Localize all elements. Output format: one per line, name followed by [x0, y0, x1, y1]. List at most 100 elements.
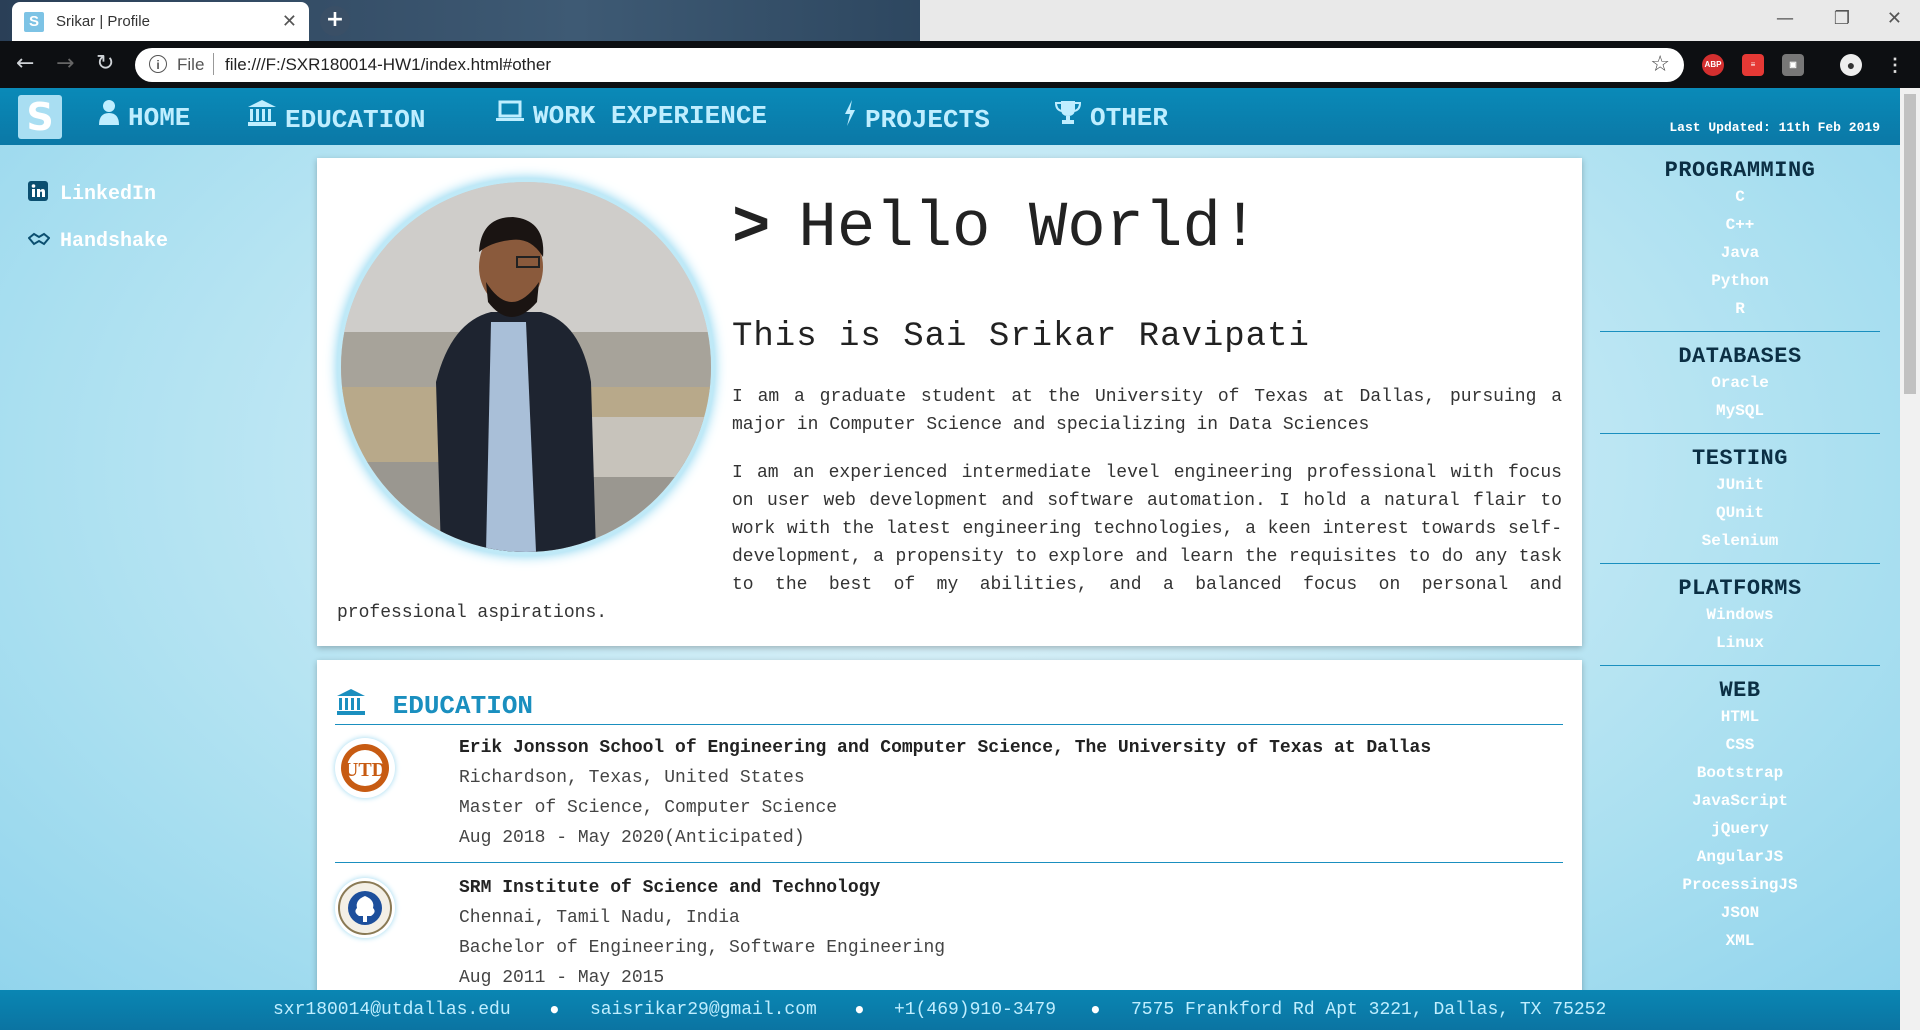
- profile-avatar-icon[interactable]: ●: [1840, 54, 1862, 76]
- nav-home[interactable]: HOME: [98, 99, 190, 133]
- skill-item: Java: [1720, 244, 1760, 262]
- srm-logo: [335, 878, 395, 938]
- skill-item: AngularJS: [1696, 848, 1784, 866]
- divider: [1600, 433, 1880, 434]
- skill-group-title: WEB: [1719, 678, 1761, 703]
- bookmark-star-icon[interactable]: ☆: [1650, 52, 1670, 77]
- skill-item: JSON: [1720, 904, 1760, 922]
- skill-group-title: TESTING: [1692, 446, 1788, 471]
- skill-item: CSS: [1725, 736, 1755, 754]
- site-info-icon[interactable]: i: [149, 55, 167, 73]
- divider: [1600, 563, 1880, 564]
- footer-email-gmail[interactable]: saisrikar29@gmail.com: [590, 1000, 817, 1020]
- skill-item: Python: [1711, 272, 1769, 290]
- skill-item: HTML: [1720, 708, 1760, 726]
- trophy-icon: [1054, 99, 1082, 133]
- nav-other[interactable]: OTHER: [1054, 99, 1168, 133]
- last-updated: Last Updated: 11th Feb 2019: [1669, 120, 1880, 135]
- school-location: Chennai, Tamil Nadu, India: [459, 908, 740, 928]
- intro-heading: This is Sai Srikar Ravipati: [732, 318, 1310, 356]
- divider: [335, 862, 1563, 863]
- nav-work-experience[interactable]: WORK EXPERIENCE: [495, 99, 767, 131]
- sidebar-link-linkedin[interactable]: LinkedIn: [28, 181, 156, 206]
- site-logo[interactable]: S: [18, 95, 62, 139]
- titlebar-right-area: [920, 0, 1920, 41]
- university-icon: [247, 99, 277, 135]
- divider: [1600, 331, 1880, 332]
- close-window-icon[interactable]: ✕: [1887, 8, 1902, 29]
- close-tab-icon[interactable]: ✕: [282, 11, 297, 32]
- laptop-icon: [495, 99, 525, 131]
- menu-kebab-icon[interactable]: ⋮: [1884, 54, 1906, 76]
- terminal-chevron-icon: >: [732, 193, 771, 265]
- todo-extension-icon[interactable]: ≡: [1742, 54, 1764, 76]
- photo-float-spacer: [337, 383, 732, 578]
- tab-favicon-icon: S: [24, 12, 44, 32]
- skills-sidebar: PROGRAMMING C C++ Java Python R DATABASE…: [1600, 158, 1880, 955]
- url-text[interactable]: file:///F:/SXR180014-HW1/index.html#othe…: [225, 55, 551, 75]
- user-icon: [98, 99, 120, 133]
- footer-address: 7575 Frankford Rd Apt 3221, Dallas, TX 7…: [1131, 1000, 1607, 1020]
- minimize-icon[interactable]: —: [1776, 8, 1794, 29]
- skill-item: Selenium: [1701, 532, 1779, 550]
- omnibox-separator: [213, 53, 214, 75]
- university-icon: [335, 689, 383, 721]
- site-navbar: S HOME EDUCATION WORK EXPERIENCE PROJECT…: [0, 88, 1900, 145]
- footer-email-utd[interactable]: sxr180014@utdallas.edu: [273, 1000, 511, 1020]
- skill-item: Linux: [1715, 634, 1764, 652]
- school-dates: Aug 2011 - May 2015: [459, 968, 665, 988]
- skill-item: Oracle: [1711, 374, 1769, 392]
- skill-item: MySQL: [1715, 402, 1764, 420]
- nav-home-label: HOME: [128, 103, 191, 133]
- skill-group-title: PROGRAMMING: [1664, 158, 1816, 183]
- hello-heading: > Hello World!: [732, 193, 1259, 265]
- skill-item: C: [1735, 188, 1745, 206]
- forward-icon[interactable]: →: [56, 51, 74, 76]
- school-dates: Aug 2018 - May 2020(Anticipated): [459, 828, 805, 848]
- tab-title: Srikar | Profile: [56, 13, 150, 30]
- skill-item: QUnit: [1715, 504, 1764, 522]
- footer-bullet-icon: •: [548, 998, 561, 1022]
- hero-card: > Hello World! This is Sai Srikar Ravipat…: [317, 158, 1582, 646]
- skill-group-title: PLATFORMS: [1678, 576, 1802, 601]
- back-icon[interactable]: ←: [16, 51, 34, 76]
- nav-projects[interactable]: PROJECTS: [843, 99, 990, 135]
- browser-titlebar: S Srikar | Profile ✕ + — ❐ ✕: [0, 0, 1920, 41]
- skill-item: R: [1735, 300, 1745, 318]
- nav-education-label: EDUCATION: [285, 105, 426, 135]
- skill-item: jQuery: [1711, 820, 1769, 838]
- linkedin-icon: [28, 181, 48, 201]
- reload-icon[interactable]: ↻: [96, 51, 114, 76]
- school-entry: UTD Erik Jonsson School of Engineering a…: [335, 738, 1565, 848]
- bolt-icon: [843, 99, 857, 135]
- page-scrollbar[interactable]: [1900, 88, 1920, 1030]
- new-tab-button[interactable]: +: [320, 6, 350, 36]
- browser-tab[interactable]: S Srikar | Profile ✕: [12, 2, 309, 41]
- school-location: Richardson, Texas, United States: [459, 768, 805, 788]
- svg-text:UTD: UTD: [344, 759, 386, 781]
- omnibox[interactable]: i File file:///F:/SXR180014-HW1/index.ht…: [135, 48, 1684, 82]
- skill-item: ProcessingJS: [1682, 876, 1798, 894]
- maximize-icon[interactable]: ❐: [1834, 8, 1850, 29]
- school-entry: SRM Institute of Science and Technology …: [335, 878, 1565, 988]
- adblock-extension-icon[interactable]: ABP: [1702, 54, 1724, 76]
- sidebar-link-handshake[interactable]: Handshake: [27, 230, 168, 253]
- footer-phone[interactable]: +1(469)910-3479: [894, 1000, 1056, 1020]
- skill-group-title: DATABASES: [1678, 344, 1802, 369]
- skill-item: Bootstrap: [1696, 764, 1784, 782]
- skill-item: C++: [1725, 216, 1755, 234]
- skill-group-web: WEB HTML CSS Bootstrap JavaScript jQuery…: [1600, 678, 1880, 955]
- nav-education[interactable]: EDUCATION: [247, 99, 425, 135]
- skill-item: JavaScript: [1691, 792, 1788, 810]
- divider: [1600, 665, 1880, 666]
- skill-item: JUnit: [1715, 476, 1764, 494]
- school-name: SRM Institute of Science and Technology: [459, 878, 881, 898]
- skill-group-databases: DATABASES Oracle MySQL: [1600, 344, 1880, 434]
- school-name: Erik Jonsson School of Engineering and C…: [459, 738, 1432, 758]
- utd-logo: UTD: [335, 738, 395, 798]
- contact-footer: sxr180014@utdallas.edu • saisrikar29@gma…: [0, 990, 1900, 1030]
- scrollbar-thumb[interactable]: [1904, 94, 1916, 394]
- skill-item: Windows: [1706, 606, 1774, 624]
- extension-icon[interactable]: ▣: [1782, 54, 1804, 76]
- skill-group-testing: TESTING JUnit QUnit Selenium: [1600, 446, 1880, 564]
